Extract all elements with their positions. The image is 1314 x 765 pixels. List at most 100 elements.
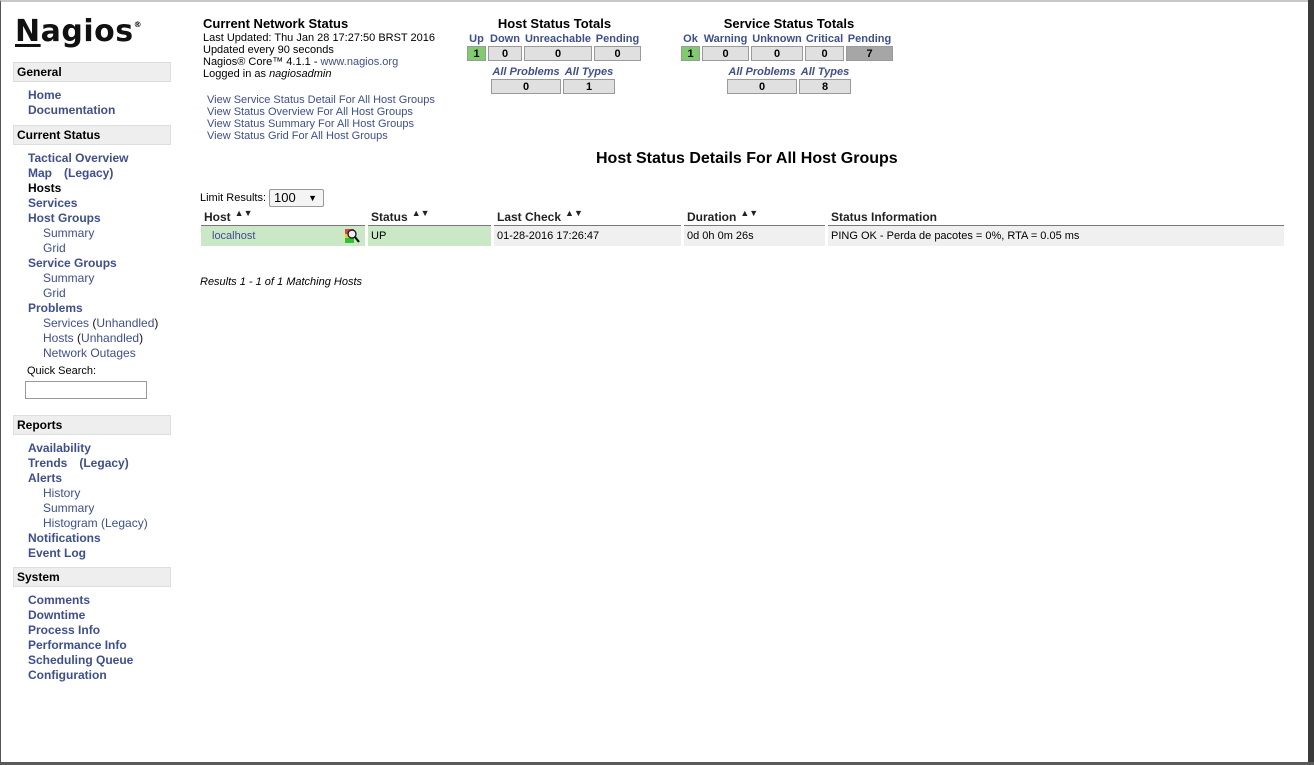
sidebar-item-availability[interactable]: Availability xyxy=(13,441,171,456)
legacy-link[interactable]: (Legacy) xyxy=(79,456,128,470)
view-status-overview-link[interactable]: View Status Overview For All Host Groups xyxy=(207,106,435,118)
host-totals-title: Host Status Totals xyxy=(497,16,612,31)
host-cell: localhost xyxy=(201,226,365,246)
service-total-warning-label[interactable]: Warning xyxy=(702,32,749,46)
sidebar-item-grid[interactable]: Grid xyxy=(13,241,171,256)
host-status-table: Host ▲▼ Status ▲▼ Last Check ▲▼ Duration ▲▼ … xyxy=(198,208,1287,246)
host-all-problems-value[interactable]: 0 xyxy=(491,79,561,94)
sidebar-item-hosts[interactable]: Hosts xyxy=(13,181,171,196)
nav-section-system: System Comments Downtime Process Info Perfor… xyxy=(13,567,171,683)
sidebar-item-configuration[interactable]: Configuration xyxy=(13,668,171,683)
view-status-summary-link[interactable]: View Status Summary For All Host Groups xyxy=(207,118,435,130)
service-total-ok-value[interactable]: 1 xyxy=(681,46,700,61)
sidebar-item-label: Hosts xyxy=(28,181,62,195)
sidebar-item-label: Comments xyxy=(28,593,91,607)
host-all-types-label[interactable]: All Types xyxy=(563,65,615,79)
view-service-status-detail-link[interactable]: View Service Status Detail For All Host … xyxy=(207,94,435,106)
host-total-unreachable-value[interactable]: 0 xyxy=(524,46,592,61)
sidebar-item-map[interactable]: Map (Legacy) xyxy=(13,166,171,181)
service-total-warning-value[interactable]: 0 xyxy=(702,46,749,61)
sidebar-item-alerts[interactable]: Alerts xyxy=(13,471,171,486)
sidebar-item-summary[interactable]: Summary xyxy=(13,226,171,241)
service-total-critical-value[interactable]: 0 xyxy=(805,46,844,61)
sidebar-item-downtime[interactable]: Downtime xyxy=(13,608,171,623)
sidebar-item-label: Tactical Overview xyxy=(28,151,129,165)
sidebar-item-process-info[interactable]: Process Info xyxy=(13,623,171,638)
sidebar-item-documentation[interactable]: Documentation xyxy=(13,103,171,118)
host-total-down-value[interactable]: 0 xyxy=(488,46,522,61)
quick-search-label: Quick Search: xyxy=(27,365,97,377)
service-all-types-label[interactable]: All Types xyxy=(799,65,851,79)
service-total-ok-label[interactable]: Ok xyxy=(681,32,700,46)
legacy-link[interactable]: (Legacy) xyxy=(64,166,113,180)
sort-arrows-icon[interactable]: ▲▼ xyxy=(412,208,430,218)
view-links: View Service Status Detail For All Host … xyxy=(207,94,435,142)
sidebar-item-home[interactable]: Home xyxy=(13,88,171,103)
sidebar-item-label: Host Groups xyxy=(28,211,101,225)
sidebar-item-label: Summary xyxy=(43,226,95,240)
service-all-problems-value[interactable]: 0 xyxy=(727,79,797,94)
window-edge xyxy=(1308,0,1314,765)
nav-list: Tactical Overview Map (Legacy) Hosts Service… xyxy=(13,151,171,361)
sidebar-item-services[interactable]: Services (Unhandled) xyxy=(13,316,171,331)
network-status-title: Current Network Status xyxy=(203,16,349,31)
host-link-localhost[interactable]: localhost xyxy=(204,230,255,242)
sidebar-item-tactical-overview[interactable]: Tactical Overview xyxy=(13,151,171,166)
sidebar-item-host-groups[interactable]: Host Groups xyxy=(13,211,171,226)
sidebar-item-label: Scheduling Queue xyxy=(28,653,134,667)
unhandled-link[interactable]: Unhandled xyxy=(81,331,139,345)
sidebar-item-label: Availability xyxy=(28,441,91,455)
sidebar-item-scheduling-queue[interactable]: Scheduling Queue xyxy=(13,653,171,668)
sidebar-item-label: Performance Info xyxy=(28,638,127,652)
sidebar-item-summary[interactable]: Summary xyxy=(13,271,171,286)
sidebar-item-hosts[interactable]: Hosts (Unhandled) xyxy=(13,331,171,346)
sidebar-item-notifications[interactable]: Notifications xyxy=(13,531,171,546)
column-header-host: Host ▲▼ xyxy=(201,208,365,226)
host-total-up-value[interactable]: 1 xyxy=(467,46,486,61)
nagios-org-link[interactable]: www.nagios.org xyxy=(321,56,399,68)
service-all-problems-label[interactable]: All Problems xyxy=(727,65,797,79)
host-total-down-label[interactable]: Down xyxy=(488,32,522,46)
sidebar-item-summary[interactable]: Summary xyxy=(13,501,171,516)
nagios-logo[interactable]: Nagios® xyxy=(15,14,142,49)
sidebar-item-label: Process Info xyxy=(28,623,101,637)
sidebar-item-history[interactable]: History xyxy=(13,486,171,501)
sidebar-item-event-log[interactable]: Event Log xyxy=(13,546,171,561)
sort-arrows-icon[interactable]: ▲▼ xyxy=(235,208,253,218)
host-total-pending-value[interactable]: 0 xyxy=(594,46,641,61)
sidebar-item-label: Grid xyxy=(43,241,66,255)
sort-arrows-icon[interactable]: ▲▼ xyxy=(740,208,758,218)
sidebar-item-label: Downtime xyxy=(28,608,86,622)
view-status-grid-link[interactable]: View Status Grid For All Host Groups xyxy=(207,130,435,142)
service-total-critical-label[interactable]: Critical xyxy=(805,32,844,46)
sidebar-item-label: Grid xyxy=(43,286,66,300)
host-total-pending-label[interactable]: Pending xyxy=(594,32,641,46)
sort-arrows-icon[interactable]: ▲▼ xyxy=(565,208,583,218)
host-all-problems-label[interactable]: All Problems xyxy=(491,65,561,79)
sidebar-item-network-outages[interactable]: Network Outages xyxy=(13,346,171,361)
sidebar-item-services[interactable]: Services xyxy=(13,196,171,211)
sidebar-item-problems[interactable]: Problems xyxy=(13,301,171,316)
host-all-types-value[interactable]: 1 xyxy=(563,79,615,94)
sidebar-item-comments[interactable]: Comments xyxy=(13,593,171,608)
service-all-types-value[interactable]: 8 xyxy=(799,79,851,94)
unhandled-wrapper: (Unhandled) xyxy=(89,316,159,330)
host-total-unreachable-label[interactable]: Unreachable xyxy=(524,32,592,46)
column-header-duration: Duration ▲▼ xyxy=(684,208,825,226)
sidebar-item-label: Hosts xyxy=(43,331,74,345)
limit-results-select[interactable]: 100 ▼ xyxy=(269,189,325,207)
service-total-pending-value[interactable]: 7 xyxy=(846,46,893,61)
sidebar-item-trends[interactable]: Trends (Legacy) xyxy=(13,456,171,471)
sidebar-item-service-groups[interactable]: Service Groups xyxy=(13,256,171,271)
unhandled-link[interactable]: Unhandled xyxy=(96,316,154,330)
host-total-up-label[interactable]: Up xyxy=(467,32,486,46)
column-header-status-information: Status Information xyxy=(828,208,1284,226)
sidebar-item-grid[interactable]: Grid xyxy=(13,286,171,301)
host-extinfo-icon[interactable] xyxy=(344,228,360,244)
quick-search-input[interactable] xyxy=(25,381,147,399)
sidebar-item-performance-info[interactable]: Performance Info xyxy=(13,638,171,653)
service-total-unknown-label[interactable]: Unknown xyxy=(751,32,803,46)
service-total-unknown-value[interactable]: 0 xyxy=(751,46,803,61)
sidebar-item-histogram-legacy[interactable]: Histogram (Legacy) xyxy=(13,516,171,531)
service-total-pending-label[interactable]: Pending xyxy=(846,32,893,46)
